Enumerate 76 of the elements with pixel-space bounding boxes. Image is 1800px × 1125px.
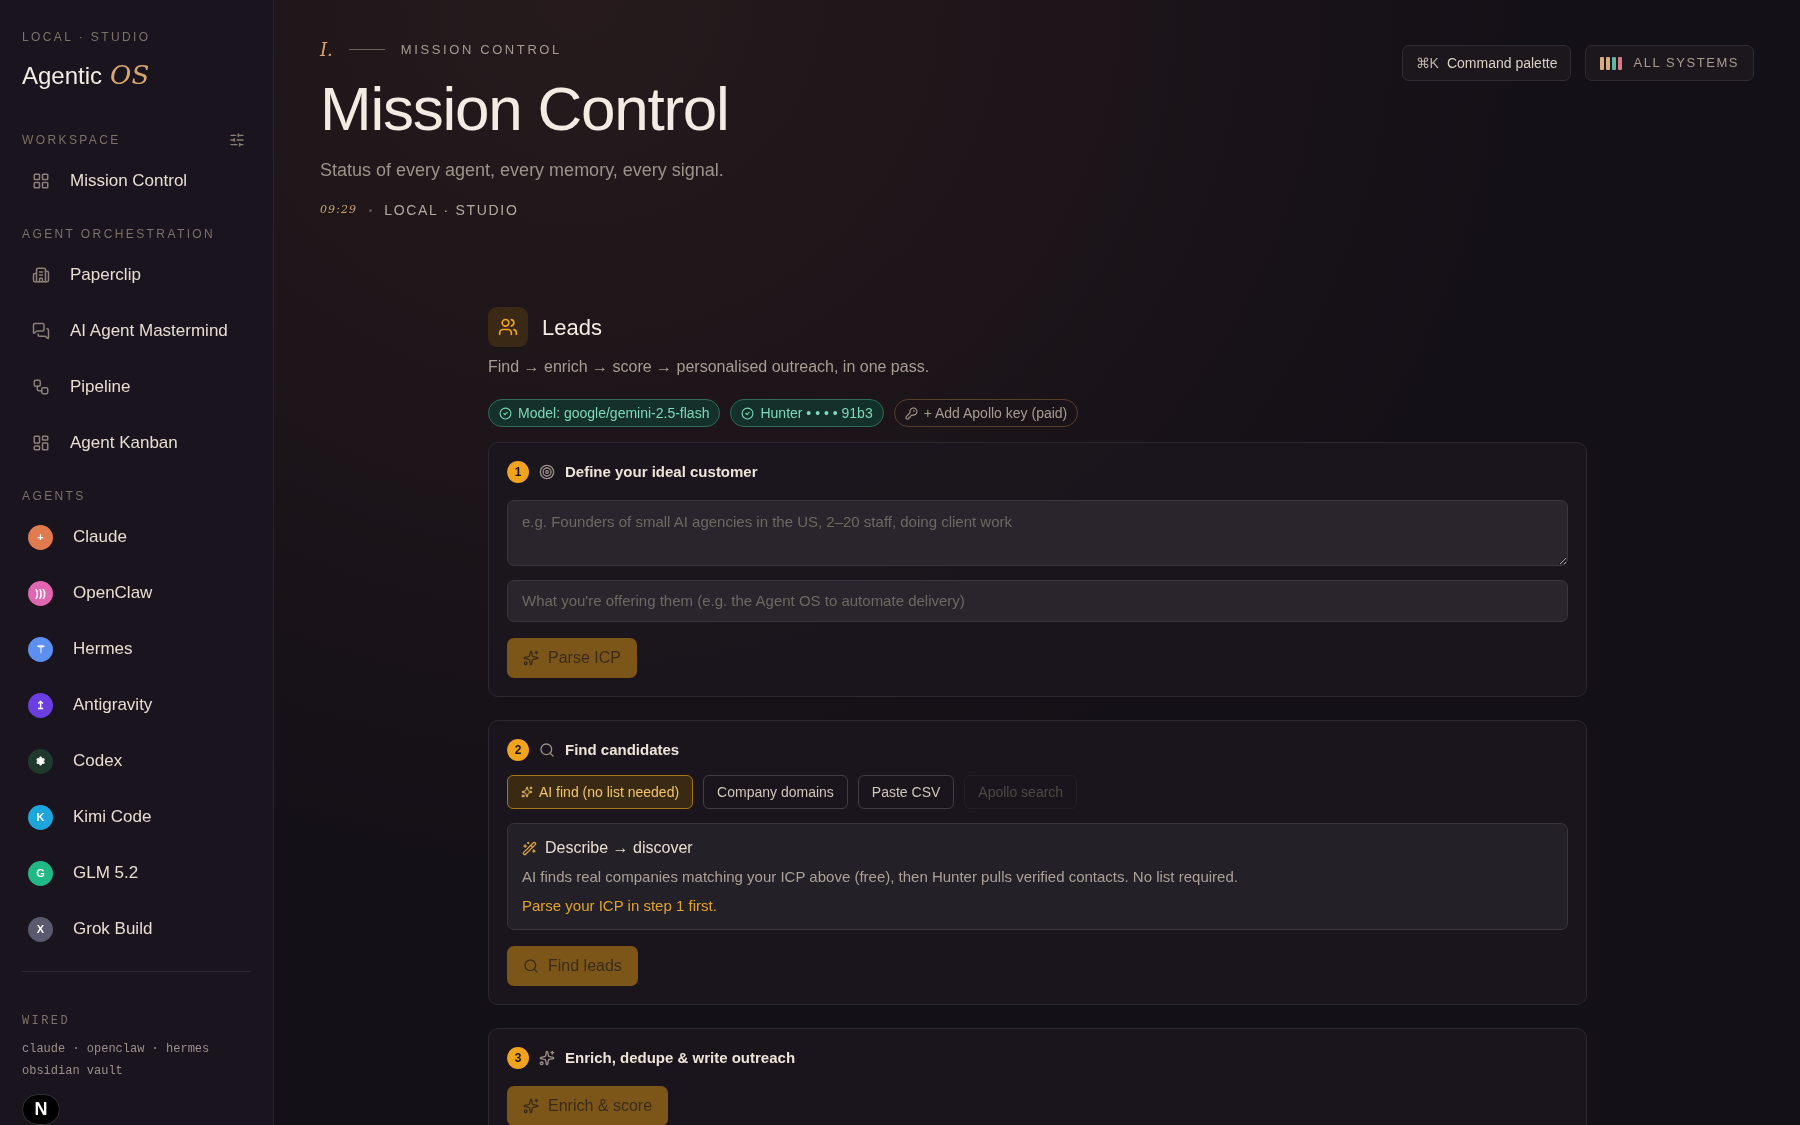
sparkles-icon bbox=[521, 786, 533, 799]
agent-item[interactable]: ⚚ Hermes bbox=[22, 629, 251, 669]
section-title: Leads bbox=[542, 313, 602, 342]
text-area[interactable]: e.g. Founders of small AI agencies in the US, 2–20 staff, doing client work bbox=[507, 499, 1568, 566]
section-description: Find → enrich → score → personalised outreach, in one pass. bbox=[488, 357, 931, 378]
dev-badge[interactable]: N bbox=[22, 1094, 60, 1125]
agent-avatar: G bbox=[28, 860, 53, 886]
nav-item[interactable]: AI Agent Mastermind bbox=[22, 311, 251, 351]
systems-status-button[interactable]: ALL SYSTEMS bbox=[1585, 45, 1754, 81]
wand-icon bbox=[522, 840, 537, 856]
wired-line: claude · openclaw · hermes bbox=[22, 1041, 210, 1058]
agent-item[interactable]: + Claude bbox=[22, 517, 251, 557]
agent-item[interactable]: ❃ Codex bbox=[22, 741, 251, 781]
section-title: WORKSPACE bbox=[22, 132, 121, 149]
status-chip: Hunter • • • • 91b3 bbox=[730, 399, 884, 428]
step-title: Enrich, dedupe & write outreach bbox=[565, 1048, 796, 1069]
command-palette-button[interactable]: ⌘K Command palette bbox=[1401, 45, 1572, 81]
location-label: LOCAL · STUDIO bbox=[384, 201, 519, 221]
nav-item[interactable]: Mission Control bbox=[22, 161, 251, 201]
info-title: Describe → discover bbox=[545, 838, 693, 859]
agent-avatar: K bbox=[28, 804, 53, 830]
step-number: 2 bbox=[507, 738, 529, 761]
agent-avatar: ))) bbox=[28, 580, 53, 606]
info-text: AI finds real companies matching your ICP above (free), then Hunter pulls verified contacts. No list required. bbox=[522, 867, 1239, 888]
agent-avatar: + bbox=[28, 524, 53, 550]
building-icon bbox=[32, 266, 50, 284]
wired-title: WIRED bbox=[22, 1013, 70, 1030]
sparkles-icon bbox=[539, 1050, 555, 1067]
agent-item[interactable]: K Kimi Code bbox=[22, 797, 251, 837]
key-icon bbox=[904, 406, 918, 420]
agent-avatar: X bbox=[28, 916, 53, 942]
check-circle-icon bbox=[499, 406, 512, 420]
check-circle-icon bbox=[741, 406, 755, 420]
source-tab[interactable]: Paste CSV bbox=[857, 775, 955, 810]
index-mark: I. bbox=[320, 38, 333, 62]
clock-time: 09:29 bbox=[320, 202, 358, 219]
search-icon bbox=[523, 958, 539, 975]
brand-name: Agentic bbox=[22, 61, 103, 91]
status-bars-icon bbox=[1600, 56, 1623, 70]
wired-line: obsidian vault bbox=[22, 1063, 123, 1080]
agent-item[interactable]: X Grok Build bbox=[22, 909, 251, 949]
eyebrow: MISSION CONTROL bbox=[400, 40, 562, 59]
settings-icon[interactable] bbox=[229, 132, 245, 148]
grid-icon bbox=[32, 172, 50, 190]
dashboard-icon bbox=[32, 434, 50, 452]
sparkles-icon bbox=[523, 1097, 539, 1114]
warning-text: Parse your ICP in step 1 first. bbox=[522, 895, 718, 916]
sparkles-icon bbox=[523, 649, 539, 666]
page-subtitle: Status of every agent, every memory, every signal. bbox=[320, 159, 725, 183]
brand-accent: OS bbox=[110, 59, 150, 92]
input-field[interactable]: What you're offering them (e.g. the Agent OS to automate delivery) bbox=[507, 579, 1568, 622]
source-tab[interactable]: Company domains bbox=[703, 775, 848, 810]
source-tab[interactable]: AI find (no list needed) bbox=[507, 775, 694, 810]
flow-icon bbox=[32, 378, 50, 396]
chat-icon bbox=[32, 322, 50, 340]
agent-avatar: ⚚ bbox=[28, 636, 53, 662]
page-title: Mission Control bbox=[320, 75, 729, 144]
step-number: 3 bbox=[507, 1047, 529, 1070]
status-chip: Model: google/gemini-2.5-flash bbox=[488, 399, 721, 428]
section-title: AGENT ORCHESTRATION bbox=[22, 226, 216, 243]
leads-icon bbox=[488, 307, 528, 348]
agent-item[interactable]: ↥ Antigravity bbox=[22, 685, 251, 725]
step-title: Define your ideal customer bbox=[565, 462, 758, 483]
section-title: AGENTS bbox=[22, 488, 86, 505]
nav-item[interactable]: Paperclip bbox=[22, 255, 251, 295]
step-title: Find candidates bbox=[565, 739, 680, 760]
step-number: 1 bbox=[507, 461, 529, 484]
nav-item[interactable]: Agent Kanban bbox=[22, 423, 251, 463]
agent-avatar: ↥ bbox=[28, 692, 53, 718]
target-icon bbox=[539, 464, 555, 481]
sidebar-eyebrow: LOCAL · STUDIO bbox=[22, 29, 151, 46]
agent-item[interactable]: ))) OpenClaw bbox=[22, 573, 251, 613]
nav-item[interactable]: Pipeline bbox=[22, 367, 251, 407]
agent-item[interactable]: G GLM 5.2 bbox=[22, 853, 251, 893]
search-icon bbox=[539, 741, 555, 758]
agent-avatar: ❃ bbox=[28, 748, 53, 774]
